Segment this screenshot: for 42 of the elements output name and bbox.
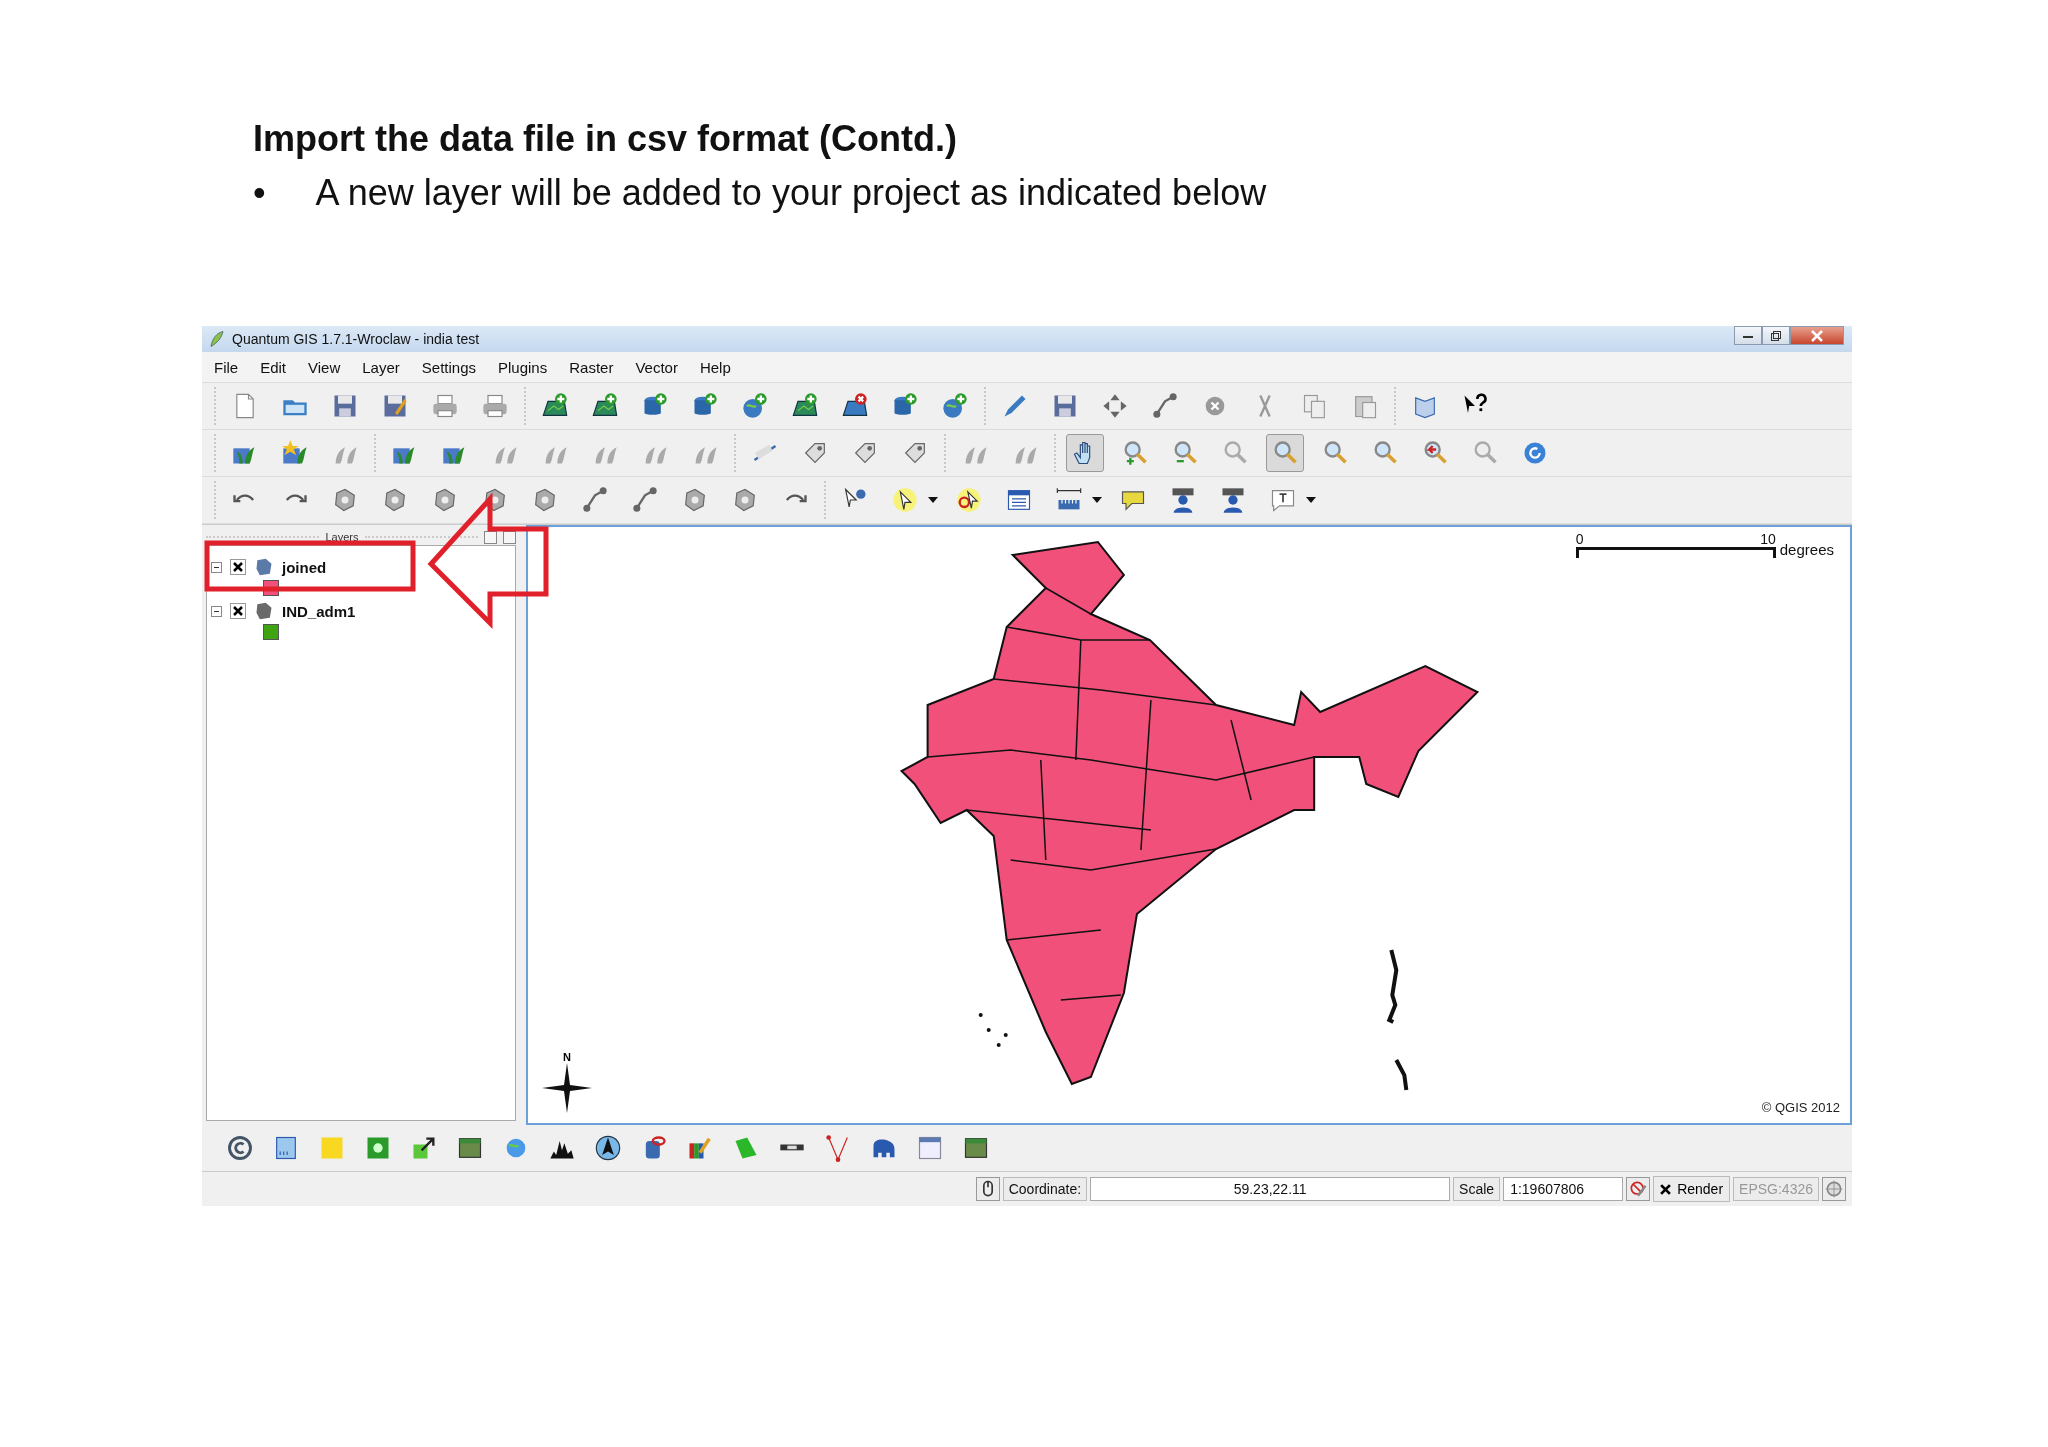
- window-title: Quantum GIS 1.7.1-Wroclaw - india test: [232, 331, 481, 347]
- caret-icon[interactable]: [928, 496, 938, 504]
- menu-item[interactable]: Edit: [260, 358, 287, 376]
- polygon-layer-icon: [254, 601, 274, 621]
- copyright-label: © QGIS 2012: [1761, 1100, 1840, 1115]
- menu-item[interactable]: Vector: [635, 358, 678, 376]
- menu-item[interactable]: Plugins: [498, 358, 548, 376]
- render-checkbox[interactable]: Render: [1653, 1176, 1731, 1202]
- scale-label: Scale: [1453, 1177, 1501, 1201]
- scale-bar-unit: degrees: [1779, 541, 1834, 558]
- restore-button[interactable]: [1762, 326, 1790, 345]
- page-heading: Import the data file in csv format (Contd.): [253, 118, 959, 160]
- map-canvas[interactable]: 0 10 degrees N © QGIS 2012: [526, 525, 1852, 1125]
- minimize-button[interactable]: [1734, 326, 1762, 345]
- layer-name[interactable]: IND_adm1: [282, 602, 356, 620]
- menu-item[interactable]: Settings: [421, 358, 476, 376]
- scale-field[interactable]: 1:19607806: [1503, 1177, 1624, 1201]
- menu-item[interactable]: File: [214, 358, 239, 376]
- bullet: •: [253, 172, 266, 214]
- layer-checkbox[interactable]: [230, 559, 246, 575]
- polygon-layer-icon: [254, 557, 274, 577]
- menu-item[interactable]: Layer: [362, 358, 400, 376]
- coordinate-field[interactable]: 59.23,22.11: [1090, 1177, 1451, 1201]
- collapse-icon[interactable]: [211, 561, 222, 573]
- panel-title: Layers: [325, 531, 359, 543]
- scale-bar-label: 0: [1575, 531, 1584, 547]
- bullet-text: A new layer will be added to your project as indicated below: [315, 172, 1267, 214]
- layer-name[interactable]: joined: [282, 558, 327, 576]
- menu-item[interactable]: View: [308, 358, 341, 376]
- menu-item[interactable]: Raster: [569, 358, 614, 376]
- caret-icon[interactable]: [1306, 496, 1316, 504]
- menu-item[interactable]: Help: [699, 358, 731, 376]
- restore-icon: [1771, 330, 1781, 341]
- close-button[interactable]: [1790, 326, 1844, 345]
- coordinate-label: Coordinate:: [1002, 1177, 1088, 1201]
- collapse-icon[interactable]: [211, 605, 222, 617]
- layer-checkbox[interactable]: [230, 603, 246, 619]
- north-label: N: [563, 1051, 571, 1063]
- cross-mark-icon: [1660, 1183, 1672, 1195]
- caret-icon[interactable]: [1092, 496, 1102, 504]
- scale-bar-label: 10: [1760, 531, 1776, 547]
- close-icon: [1811, 329, 1823, 342]
